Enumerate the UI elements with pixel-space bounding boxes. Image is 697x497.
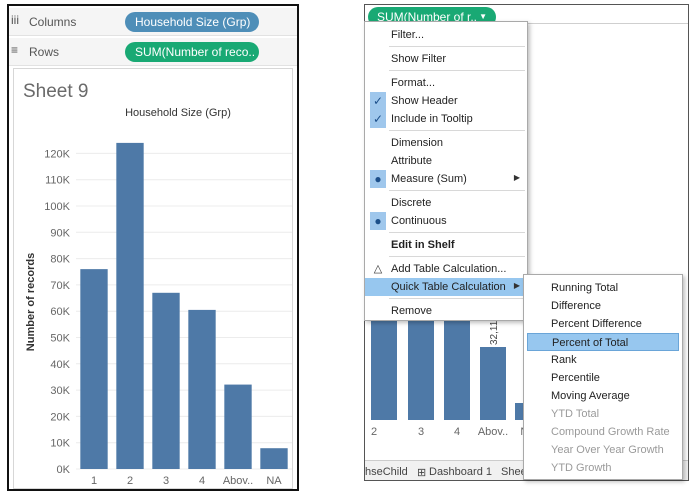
x-tick-label: 1 xyxy=(91,475,97,487)
columns-icon: iii xyxy=(11,13,19,27)
bg-x-tick-label: 2 xyxy=(371,426,377,438)
rows-pill[interactable]: SUM(Number of reco.. xyxy=(125,42,259,62)
x-tick-label: 3 xyxy=(163,475,169,487)
menu-separator xyxy=(389,190,525,191)
dashboard-icon: ⊞ xyxy=(417,467,427,479)
menu-item-filter[interactable]: Filter... xyxy=(365,26,527,44)
bar-abov[interactable] xyxy=(224,384,252,469)
menu-separator xyxy=(389,256,525,257)
x-tick-label: 4 xyxy=(199,475,205,487)
y-tick-label: 10K xyxy=(50,438,70,450)
y-tick-label: 90K xyxy=(50,227,70,239)
menu-item-format[interactable]: Format... xyxy=(365,74,527,92)
submenu-arrow-icon: ▶ xyxy=(513,281,520,290)
bar-na[interactable] xyxy=(260,448,288,469)
y-tick-label: 80K xyxy=(50,254,70,266)
y-tick-label: 40K xyxy=(50,359,70,371)
shelf-divider xyxy=(525,23,688,27)
bar-3[interactable] xyxy=(152,292,180,469)
menu-item-quick-table-calculation[interactable]: Quick Table Calculation ▶ xyxy=(365,278,527,296)
bar-1[interactable] xyxy=(80,269,108,469)
menu-item-discrete[interactable]: Discrete xyxy=(365,194,527,212)
sheet-canvas: Sheet 9 Household Size (Grp) 0K 10K 20K 30K… xyxy=(13,68,293,489)
tab-hsechild[interactable]: hseChild xyxy=(365,466,408,478)
submenu-item-rank[interactable]: Rank xyxy=(527,351,679,369)
submenu-arrow-icon: ▶ xyxy=(513,173,520,182)
y-tick-label: 30K xyxy=(50,385,70,397)
columns-shelf-label: Columns xyxy=(29,15,77,29)
submenu-item-running-total[interactable]: Running Total xyxy=(527,279,679,297)
y-tick-label: 110K xyxy=(45,175,71,187)
x-tick-label: Abov.. xyxy=(223,475,253,487)
submenu-item-percent-of-total[interactable]: Percent of Total xyxy=(527,333,679,351)
submenu-item-ytd-total: YTD Total xyxy=(551,408,600,420)
pill-context-menu: Filter... Show Filter Format... ✓ Show He… xyxy=(364,21,528,321)
bg-bar xyxy=(408,305,434,420)
columns-pill[interactable]: Household Size (Grp) xyxy=(125,12,259,32)
bar-4[interactable] xyxy=(188,309,216,469)
menu-item-continuous[interactable]: ● Continuous xyxy=(365,212,527,230)
y-tick-label: 70K xyxy=(50,280,70,292)
y-tick-label: 120K xyxy=(44,148,70,160)
menu-item-edit-in-shelf[interactable]: Edit in Shelf xyxy=(365,236,527,254)
rows-icon: ≡ xyxy=(11,43,19,57)
bar-2[interactable] xyxy=(116,142,144,469)
bg-x-tick-label: Abov.. xyxy=(478,426,508,438)
checkmark-icon: ✓ xyxy=(370,92,386,110)
y-axis-label: Number of records xyxy=(25,253,37,351)
y-tick-label: 0K xyxy=(57,464,71,476)
bg-x-tick-label: 3 xyxy=(418,426,424,438)
menu-separator xyxy=(389,70,525,71)
submenu-item-percentile[interactable]: Percentile xyxy=(527,369,679,387)
menu-item-show-filter[interactable]: Show Filter xyxy=(365,50,527,68)
submenu-item-year-over-year-growth: Year Over Year Growth xyxy=(551,444,664,456)
bg-bar xyxy=(371,305,397,420)
menu-item-add-table-calculation[interactable]: △ Add Table Calculation... xyxy=(365,260,527,278)
bg-bar xyxy=(480,347,506,420)
submenu-item-moving-average[interactable]: Moving Average xyxy=(527,387,679,405)
menu-item-attribute[interactable]: Attribute xyxy=(365,152,527,170)
y-tick-label: 50K xyxy=(50,333,70,345)
menu-separator xyxy=(389,298,525,299)
bg-data-label: 32,11 xyxy=(489,320,500,345)
bg-x-tick-label: 4 xyxy=(454,426,460,438)
rows-shelf[interactable]: ≡ Rows SUM(Number of reco.. xyxy=(9,38,297,66)
menu-item-dimension[interactable]: Dimension xyxy=(365,134,527,152)
dropdown-arrow-icon[interactable]: ▼ xyxy=(479,12,487,21)
menu-item-include-in-tooltip[interactable]: ✓ Include in Tooltip xyxy=(365,110,527,128)
y-tick-label: 100K xyxy=(44,201,70,213)
submenu-item-compound-growth-rate: Compound Growth Rate xyxy=(551,426,670,438)
bullet-icon: ● xyxy=(370,170,386,188)
menu-item-measure-sum[interactable]: ● Measure (Sum) ▶ xyxy=(365,170,527,188)
bullet-icon: ● xyxy=(370,212,386,230)
x-tick-label: 2 xyxy=(127,475,133,487)
y-tick-label: 20K xyxy=(50,411,70,423)
bar-chart[interactable]: 0K 10K 20K 30K 40K 50K 60K 70K 80K 90K 100K 110K 120… xyxy=(14,69,294,490)
submenu-item-difference[interactable]: Difference xyxy=(527,297,679,315)
submenu-item-percent-difference[interactable]: Percent Difference xyxy=(527,315,679,333)
columns-shelf[interactable]: iii Columns Household Size (Grp) xyxy=(9,8,297,36)
menu-separator xyxy=(389,232,525,233)
menu-separator xyxy=(389,46,525,47)
triangle-icon: △ xyxy=(373,263,383,275)
tableau-worksheet-left: iii Columns Household Size (Grp) ≡ Rows … xyxy=(7,4,299,491)
menu-item-remove[interactable]: Remove xyxy=(365,302,527,320)
tab-dashboard-1[interactable]: Dashboard 1 xyxy=(429,466,492,478)
menu-separator xyxy=(389,130,525,131)
rows-shelf-label: Rows xyxy=(29,45,60,59)
x-tick-label: NA xyxy=(266,475,282,487)
bg-bar xyxy=(444,305,470,420)
submenu-item-ytd-growth: YTD Growth xyxy=(551,462,612,474)
checkmark-icon: ✓ xyxy=(370,110,386,128)
menu-item-show-header[interactable]: ✓ Show Header xyxy=(365,92,527,110)
quick-table-calculation-submenu: Running Total Difference Percent Differe… xyxy=(523,274,683,480)
y-tick-label: 60K xyxy=(50,306,70,318)
